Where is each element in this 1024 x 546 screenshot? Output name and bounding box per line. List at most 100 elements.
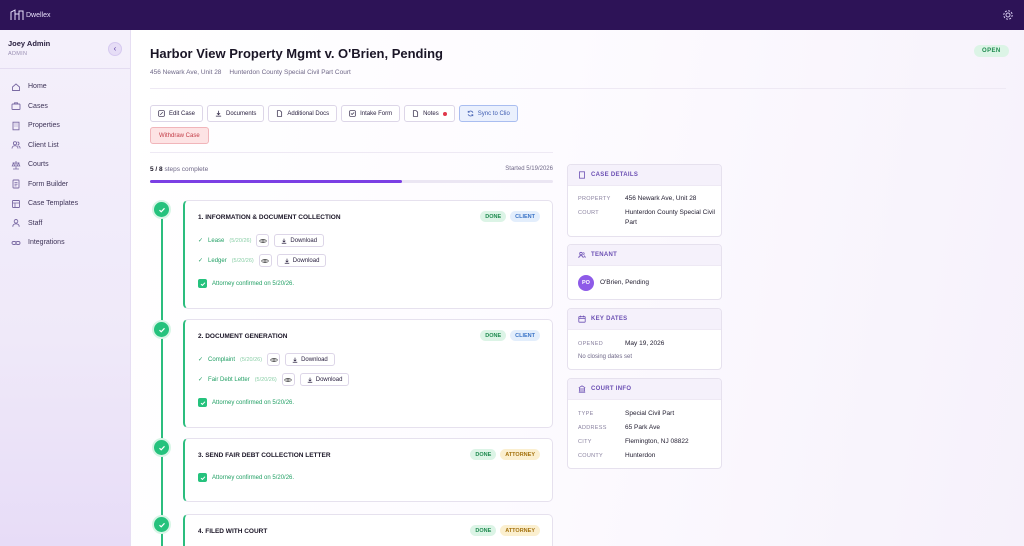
file-icon	[413, 110, 419, 117]
case-details-panel: CASE DETAILS PROPERTY 456 Newark Ave, Un…	[567, 164, 722, 237]
step-card[interactable]: 2. DOCUMENT GENERATION DONE CLIENT ✓ Com…	[183, 319, 553, 428]
progress-label: 5 / 8 steps complete	[150, 166, 553, 173]
additional-docs-button[interactable]: Additional Docs	[268, 105, 338, 122]
withdraw-case-button[interactable]: Withdraw Case	[150, 127, 209, 144]
check-icon	[158, 327, 165, 333]
download-label: Download	[301, 356, 328, 363]
intake-form-button[interactable]: Intake Form	[341, 105, 401, 122]
step-complete-indicator	[152, 438, 171, 457]
case-subtitle: 456 Newark Ave, Unit 28 Hunterdon County…	[150, 69, 351, 76]
role-badge: ATTORNEY	[500, 449, 540, 460]
building-icon	[579, 171, 585, 179]
courthouse-icon	[578, 385, 586, 393]
check-mark-icon: ✓	[198, 238, 204, 244]
sidebar: Joey Admin ADMIN ‹ Home Cases Properties…	[0, 30, 131, 546]
document-row: ✓ Complaint (5/20/26) Download	[198, 353, 335, 366]
done-badge: DONE	[470, 449, 497, 460]
sidebar-item-properties[interactable]: Properties	[11, 116, 78, 136]
preview-button[interactable]	[256, 234, 270, 247]
file-icon	[277, 110, 283, 117]
step-card[interactable]: 3. SEND FAIR DEBT COLLECTION LETTER DONE…	[183, 438, 553, 502]
panel-title: KEY DATES	[591, 316, 628, 322]
gear-icon[interactable]	[1002, 9, 1014, 21]
panel-header: CASE DETAILS	[568, 165, 721, 186]
step-card[interactable]: 4. FILED WITH COURT DONE ATTORNEY	[183, 514, 553, 546]
sidebar-item-courts[interactable]: Courts	[11, 155, 78, 175]
edit-case-button[interactable]: Edit Case	[150, 105, 204, 122]
detail-value: May 19, 2026	[625, 340, 665, 347]
step-badges: DONE ATTORNEY	[470, 525, 540, 536]
documents-button[interactable]: Documents	[207, 105, 265, 122]
detail-label: ADDRESS	[578, 425, 607, 431]
eye-icon	[258, 238, 267, 243]
download-icon	[215, 110, 222, 117]
step-title: 3. SEND FAIR DEBT COLLECTION LETTER	[198, 452, 331, 459]
confirmation-text: Attorney confirmed on 5/20/26.	[212, 280, 295, 287]
document-date: (5/20/26)	[254, 376, 277, 383]
sidebar-item-label: Home	[28, 83, 47, 91]
step-badges: DONE ATTORNEY	[470, 449, 540, 460]
preview-button[interactable]	[267, 353, 281, 366]
download-icon	[292, 357, 298, 363]
role-badge: CLIENT	[510, 211, 540, 222]
sidebar-item-label: Form Builder	[28, 180, 69, 188]
sidebar-item-label: Case Templates	[28, 200, 79, 208]
started-date: Started 5/19/2026	[505, 166, 553, 172]
sidebar-item-home[interactable]: Home	[11, 77, 78, 97]
briefcase-icon	[11, 102, 21, 111]
document-date: (5/20/26)	[229, 237, 252, 244]
sidebar-item-case-templates[interactable]: Case Templates	[11, 194, 78, 214]
document-row: ✓ Fair Debt Letter (5/20/26) Download	[198, 373, 350, 386]
download-button[interactable]: Download	[299, 373, 350, 386]
sidebar-item-cases[interactable]: Cases	[11, 97, 78, 117]
edit-case-label: Edit Case	[169, 110, 196, 117]
header-divider	[150, 88, 1006, 89]
step-card[interactable]: 1. INFORMATION & DOCUMENT COLLECTION DON…	[183, 200, 553, 309]
eye-icon	[261, 258, 270, 263]
detail-label: COURT	[578, 210, 599, 216]
sync-to-clio-button[interactable]: Sync to Clio	[458, 105, 518, 122]
notes-button[interactable]: Notes	[404, 105, 455, 122]
preview-button[interactable]	[258, 254, 272, 267]
sidebar-item-label: Courts	[28, 161, 49, 169]
preview-button[interactable]	[281, 373, 295, 386]
progress-bar-fill	[150, 180, 402, 183]
link-icon	[11, 240, 21, 245]
calendar-icon	[578, 315, 586, 323]
key-dates-panel: KEY DATES OPENED May 19, 2026 No closing…	[567, 308, 722, 370]
panel-header: KEY DATES	[568, 309, 721, 330]
download-button[interactable]: Download	[285, 353, 335, 366]
detail-label: TYPE	[578, 411, 594, 417]
intake-form-label: Intake Form	[360, 110, 393, 117]
document-date: (5/20/26)	[231, 257, 254, 264]
sidebar-item-integrations[interactable]: Integrations	[11, 233, 78, 253]
document-date: (5/20/26)	[240, 356, 263, 363]
detail-value: Flemington, NJ 08822	[625, 438, 689, 445]
closing-dates-note: No closing dates set	[578, 354, 633, 360]
checked-checkbox-icon	[198, 279, 207, 288]
sidebar-item-form-builder[interactable]: Form Builder	[11, 175, 78, 195]
check-mark-icon: ✓	[198, 258, 204, 264]
users-icon	[11, 141, 21, 149]
document-name: Lease	[208, 237, 225, 244]
download-icon	[307, 377, 312, 383]
checkbox-icon	[349, 110, 356, 117]
attorney-confirmation: Attorney confirmed on 5/20/26.	[198, 279, 294, 288]
download-button[interactable]: Download	[274, 234, 325, 247]
sync-label: Sync to Clio	[477, 110, 510, 117]
panel-title: COURT INFO	[591, 386, 632, 392]
case-address: 456 Newark Ave, Unit 28	[150, 69, 222, 76]
sidebar-item-client-list[interactable]: Client List	[11, 136, 78, 156]
tenant-name[interactable]: O'Brien, Pending	[600, 278, 692, 288]
sidebar-item-label: Integrations	[28, 239, 65, 247]
done-badge: DONE	[480, 330, 507, 341]
collapse-sidebar-button[interactable]: ‹	[108, 42, 122, 56]
step-title: 2. DOCUMENT GENERATION	[198, 333, 288, 340]
sidebar-item-staff[interactable]: Staff	[11, 214, 78, 234]
app-logo[interactable]: Dwellex	[10, 9, 51, 21]
step-complete-indicator	[152, 200, 171, 219]
download-button[interactable]: Download	[276, 254, 327, 267]
download-icon	[282, 238, 287, 244]
attorney-confirmation: Attorney confirmed on 5/20/26.	[198, 398, 294, 407]
sidebar-divider	[0, 68, 130, 69]
